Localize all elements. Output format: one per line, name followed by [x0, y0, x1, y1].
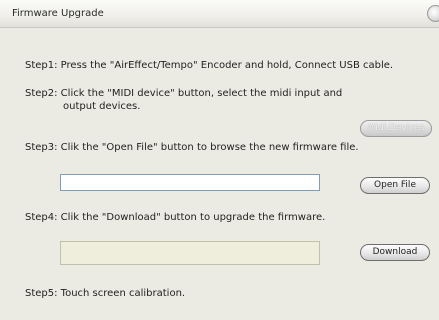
step2-text: Step2: Click the "MIDI device" button, s… — [25, 88, 343, 99]
step1-text: Step1: Press the "AirEffect/Tempo" Encod… — [25, 60, 394, 71]
step2-text-continued: output devices. — [63, 101, 141, 112]
step3-text: Step3: Clik the "Open File" button to br… — [25, 142, 359, 153]
midi-devices-button[interactable]: Midi Devices — [360, 120, 432, 137]
download-progress-field — [60, 241, 320, 265]
window-control-icon[interactable] — [427, 5, 439, 22]
window-title: Firmware Upgrade — [12, 8, 104, 19]
title-bar: Firmware Upgrade — [0, 0, 439, 28]
step5-text: Step5: Touch screen calibration. — [25, 288, 186, 299]
firmware-upgrade-window: Firmware Upgrade Step1: Press the "AirEf… — [0, 0, 439, 320]
file-path-input[interactable] — [60, 174, 320, 191]
open-file-button[interactable]: Open File — [360, 177, 430, 194]
download-button[interactable]: Download — [360, 244, 430, 261]
step4-text: Step4: Clik the "Download" button to upg… — [25, 212, 326, 223]
